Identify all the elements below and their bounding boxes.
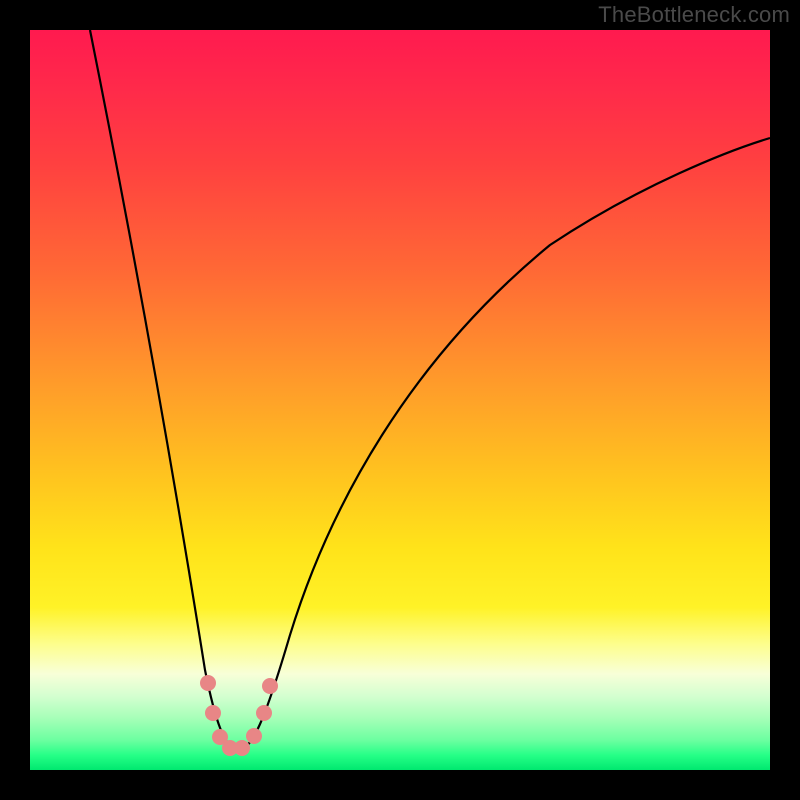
bottleneck-gradient-background [30, 30, 770, 770]
chart-frame: TheBottleneck.com [0, 0, 800, 800]
plot-area [30, 30, 770, 770]
attribution-watermark: TheBottleneck.com [598, 2, 790, 28]
